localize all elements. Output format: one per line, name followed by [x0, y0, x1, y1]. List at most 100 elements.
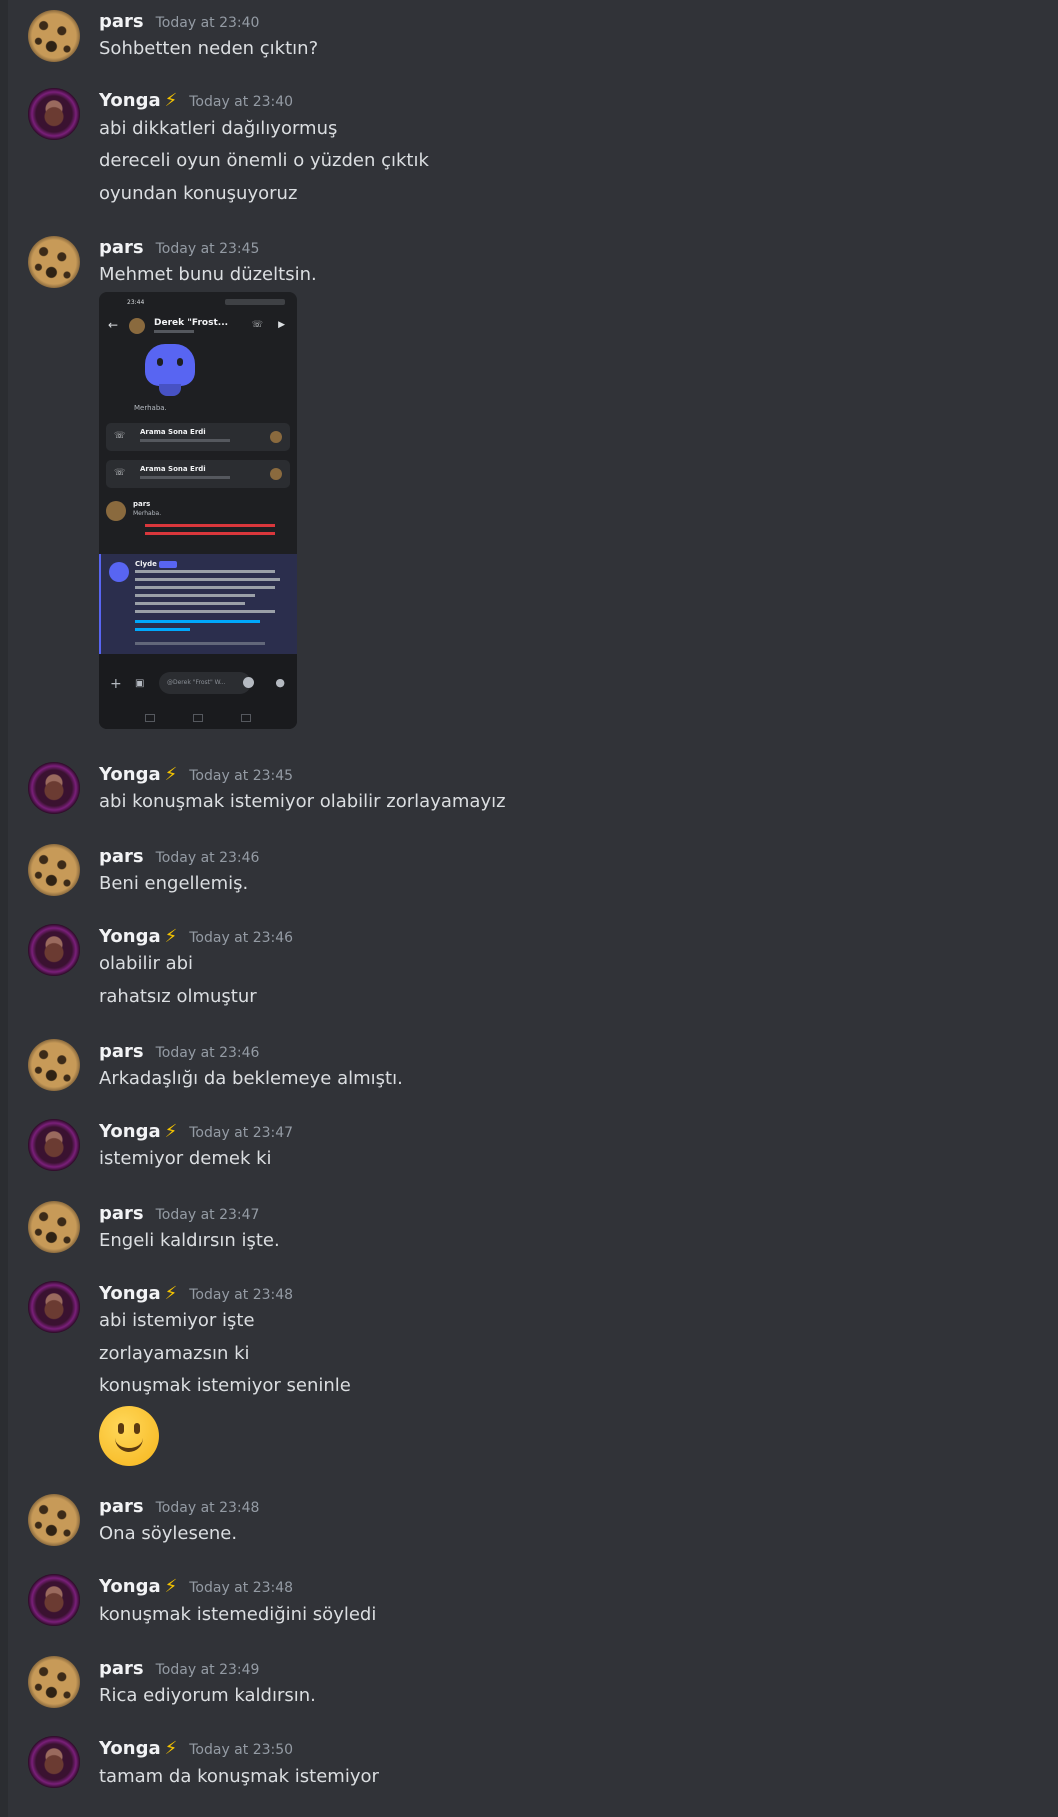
timestamp[interactable]: Today at 23:48 [156, 1500, 260, 1516]
message-text: Engeli kaldırsın işte. [99, 1230, 280, 1251]
image-attachment[interactable]: 23:44 ← Derek "Frost... ☏ ▶ Merhaba. ☏ A… [99, 292, 297, 729]
username[interactable]: pars [99, 1496, 144, 1517]
username[interactable]: pars [99, 237, 144, 258]
avatar[interactable] [28, 1494, 80, 1546]
clyde-message: Clyde [99, 554, 297, 654]
clyde-name: Clyde [135, 560, 157, 568]
username[interactable]: pars [99, 1203, 144, 1224]
message-text: Ona söylesene. [99, 1523, 238, 1544]
avatar [270, 468, 282, 480]
avatar[interactable] [28, 1736, 80, 1788]
back-arrow-icon: ← [108, 318, 119, 332]
avatar [106, 501, 126, 521]
timestamp[interactable]: Today at 23:46 [189, 930, 293, 946]
message-text: abi istemiyor işte [99, 1310, 255, 1331]
timestamp[interactable]: Today at 23:50 [189, 1742, 293, 1758]
phone-status-time: 23:44 [127, 299, 145, 306]
message-text: Rica ediyorum kaldırsın. [99, 1685, 316, 1706]
username[interactable]: pars [99, 1658, 144, 1679]
timestamp[interactable]: Today at 23:45 [156, 241, 260, 257]
timestamp[interactable]: Today at 23:48 [189, 1580, 293, 1596]
timestamp[interactable]: Today at 23:46 [156, 850, 260, 866]
avatar[interactable] [28, 1281, 80, 1333]
message-header: pars Today at 23:45 [99, 237, 259, 259]
clyde-link [135, 628, 190, 631]
username[interactable]: pars [99, 1041, 144, 1062]
message-text: rahatsız olmuştur [99, 986, 257, 1007]
avatar[interactable] [28, 924, 80, 976]
message-header: Yonga ⚡ Today at 23:48 [99, 1576, 293, 1598]
username[interactable]: Yonga [99, 90, 161, 111]
phone-call-icon: ☏ [114, 431, 126, 441]
dm-title: Derek "Frost... [154, 318, 229, 328]
lightning-icon: ⚡ [164, 1283, 178, 1304]
bot-tag [159, 561, 177, 568]
lightning-icon: ⚡ [164, 1576, 178, 1597]
clyde-text-line [135, 602, 245, 605]
avatar [270, 431, 282, 443]
avatar[interactable] [28, 1119, 80, 1171]
avatar[interactable] [28, 1574, 80, 1626]
timestamp[interactable]: Today at 23:48 [189, 1287, 293, 1303]
slightly-smiling-face-icon[interactable] [99, 1406, 159, 1466]
message-header: Yonga ⚡ Today at 23:48 [99, 1283, 293, 1305]
username[interactable]: Yonga [99, 764, 161, 785]
message-header: pars Today at 23:48 [99, 1496, 259, 1518]
clyde-text-line [135, 578, 280, 581]
username[interactable]: Yonga [99, 1738, 161, 1759]
call-ended-text: Arama Sona Erdi [140, 465, 206, 473]
avatar[interactable] [28, 844, 80, 896]
gift-icon: ▣ [135, 678, 145, 689]
message-text: abi dikkatleri dağılıyormuş [99, 118, 338, 139]
avatar[interactable] [28, 88, 80, 140]
lightning-icon: ⚡ [164, 764, 178, 785]
timestamp[interactable]: Today at 23:45 [189, 768, 293, 784]
wumpus-mascot-body [159, 384, 181, 396]
wumpus-mascot-icon [145, 344, 195, 386]
timestamp[interactable]: Today at 23:40 [156, 15, 260, 31]
emoji-icon [243, 677, 254, 688]
timestamp[interactable]: Today at 23:46 [156, 1045, 260, 1061]
timestamp[interactable]: Today at 23:47 [156, 1207, 260, 1223]
message-text: Mehmet bunu düzeltsin. [99, 264, 317, 285]
call-ended-subtext [140, 476, 230, 479]
avatar[interactable] [28, 1201, 80, 1253]
message-text: Sohbetten neden çıktın? [99, 38, 319, 59]
greeting-text: Merhaba. [134, 404, 167, 412]
avatar[interactable] [28, 236, 80, 288]
message-header: pars Today at 23:47 [99, 1203, 259, 1225]
username: pars [133, 500, 151, 508]
timestamp[interactable]: Today at 23:49 [156, 1662, 260, 1678]
avatar[interactable] [28, 1656, 80, 1708]
avatar[interactable] [28, 762, 80, 814]
message-text: istemiyor demek ki [99, 1148, 272, 1169]
message-text: oyundan konuşuyoruz [99, 183, 298, 204]
message-text: konuşmak istemiyor seninle [99, 1375, 351, 1396]
message-header: Yonga ⚡ Today at 23:45 [99, 764, 293, 786]
lightning-icon: ⚡ [164, 90, 178, 111]
username[interactable]: pars [99, 11, 144, 32]
call-ended-text: Arama Sona Erdi [140, 428, 206, 436]
message-text: konuşmak istemediğini söyledi [99, 1604, 377, 1625]
clyde-text-line [135, 570, 275, 573]
lightning-icon: ⚡ [164, 1121, 178, 1142]
message-header: Yonga ⚡ Today at 23:46 [99, 926, 293, 948]
username[interactable]: pars [99, 846, 144, 867]
call-ended-card: ☏ Arama Sona Erdi [106, 423, 290, 451]
avatar[interactable] [28, 1039, 80, 1091]
message-text: abi konuşmak istemiyor olabilir zorlayam… [99, 791, 506, 812]
chat-input-bar: + ▣ @Derek "Frost" W... ● [99, 654, 297, 729]
call-ended-subtext [140, 439, 230, 442]
message-text: Arkadaşlığı da beklemeye almıştı. [99, 1068, 403, 1089]
clyde-text-line [135, 594, 255, 597]
username[interactable]: Yonga [99, 1576, 161, 1597]
timestamp[interactable]: Today at 23:47 [189, 1125, 293, 1141]
message-text: zorlayamazsın ki [99, 1343, 250, 1364]
username[interactable]: Yonga [99, 926, 161, 947]
timestamp[interactable]: Today at 23:40 [189, 94, 293, 110]
username[interactable]: Yonga [99, 1121, 161, 1142]
phone-call-icon: ☏ [114, 468, 126, 478]
chat-input: @Derek "Frost" W... [159, 672, 251, 694]
avatar[interactable] [28, 10, 80, 62]
username[interactable]: Yonga [99, 1283, 161, 1304]
